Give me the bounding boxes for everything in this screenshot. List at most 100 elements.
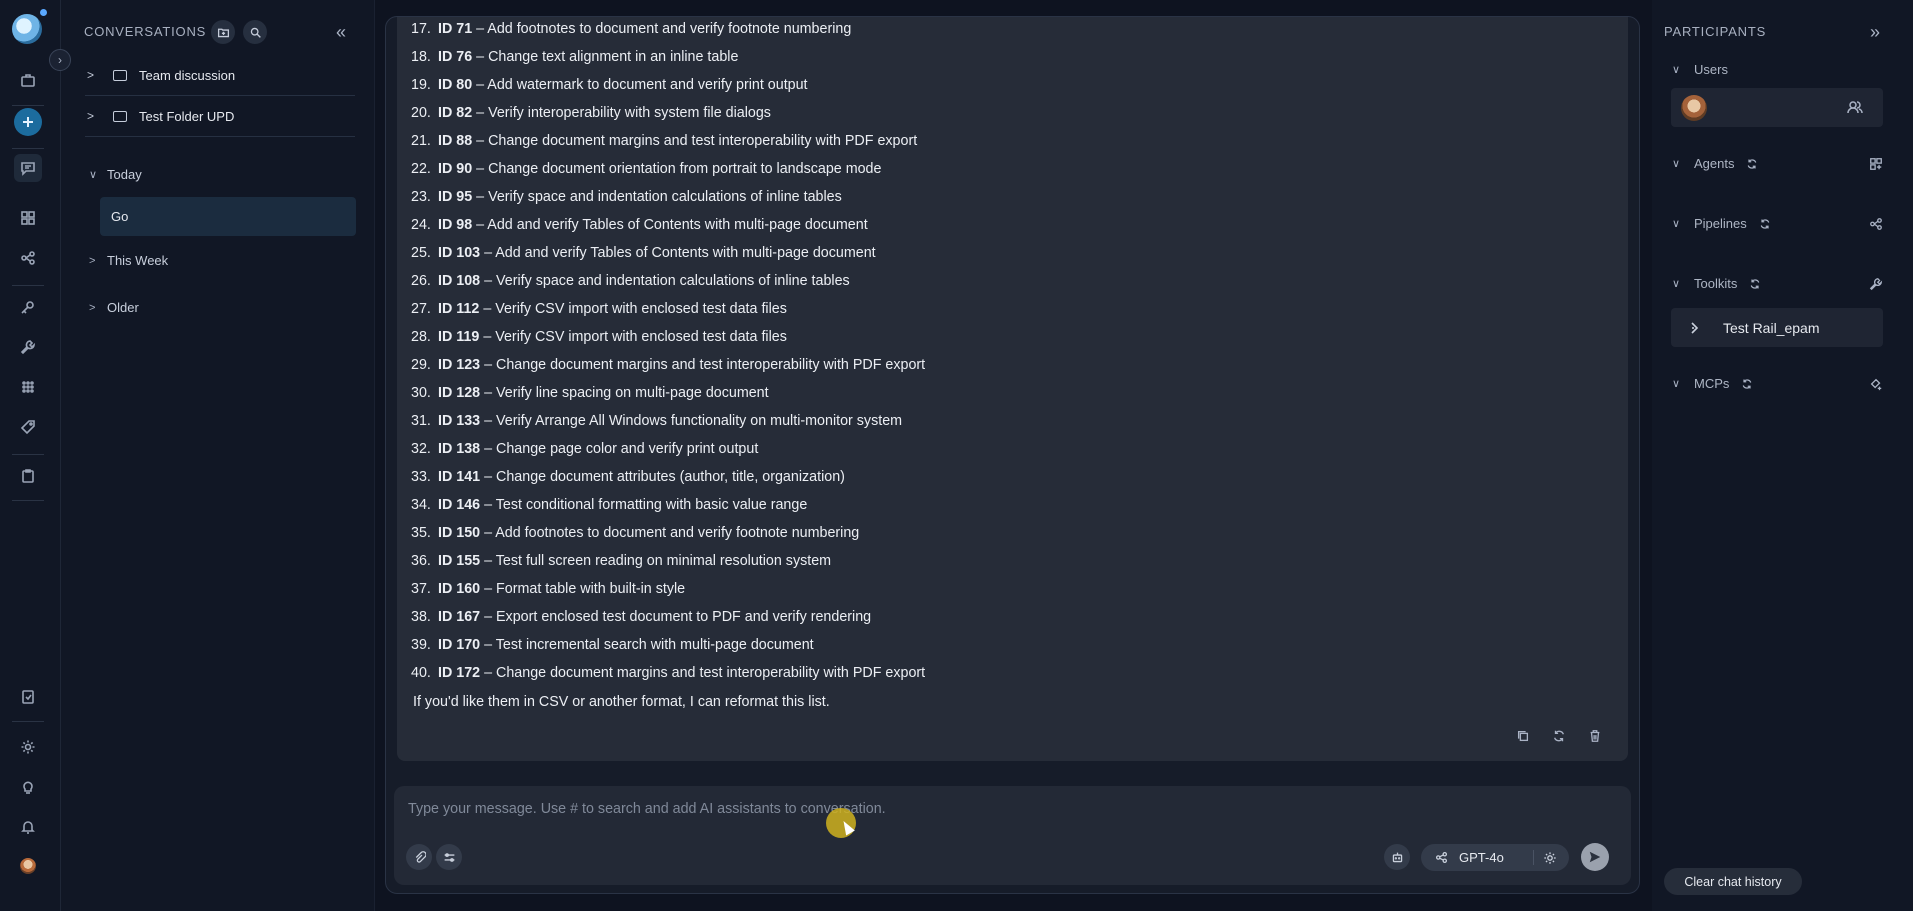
conversations-panel: CONVERSATIONS « > Team discussion > Test… <box>61 0 375 911</box>
test-id: ID 133 <box>438 413 481 429</box>
copy-icon[interactable] <box>1512 725 1534 747</box>
conversation-item-selected[interactable]: Go <box>100 197 356 236</box>
refresh-icon[interactable] <box>1746 158 1758 170</box>
test-description: – Verify CSV import with enclosed test d… <box>479 301 787 317</box>
test-description: – Add watermark to document and verify p… <box>472 77 808 93</box>
plus-icon[interactable] <box>14 108 42 136</box>
section-pipelines[interactable]: ∨ Pipelines <box>1672 216 1771 231</box>
section-label: Users <box>1694 62 1728 77</box>
message-actions <box>1512 725 1606 747</box>
refresh-icon[interactable] <box>1749 278 1761 290</box>
assistant-message: 17. ID 71 – Add footnotes to document and… <box>397 17 1628 761</box>
clear-chat-history-button[interactable]: Clear chat history <box>1664 868 1802 895</box>
list-item: 18. ID 76 – Change text alignment in an i… <box>411 43 925 71</box>
flow-icon[interactable] <box>14 244 42 272</box>
test-description: – Change document orientation from portr… <box>472 161 882 177</box>
test-description: – Change document margins and test inter… <box>480 665 926 681</box>
new-folder-button[interactable] <box>211 20 235 44</box>
add-agent-icon[interactable] <box>1869 157 1883 171</box>
list-number: 36. <box>411 553 431 569</box>
test-description: – Add and verify Tables of Contents with… <box>480 245 876 261</box>
test-id: ID 112 <box>438 301 480 317</box>
add-mcp-icon[interactable] <box>1869 377 1883 391</box>
group-older[interactable]: > Older <box>89 300 139 315</box>
settings-icon[interactable] <box>14 733 42 761</box>
send-button[interactable] <box>1581 843 1609 871</box>
test-id: ID 80 <box>438 77 473 93</box>
list-item: 38. ID 167 – Export enclosed test documen… <box>411 603 925 631</box>
group-this-week[interactable]: > This Week <box>89 253 168 268</box>
test-id: ID 88 <box>438 133 473 149</box>
list-number: 33. <box>411 469 431 485</box>
test-description: – Verify CSV import with enclosed test d… <box>479 329 787 345</box>
wrench-icon[interactable] <box>14 333 42 361</box>
folder-item[interactable]: > Team discussion <box>87 65 235 85</box>
message-composer: Type your message. Use # to search and a… <box>394 786 1631 885</box>
list-number: 28. <box>411 329 431 345</box>
avatar[interactable] <box>20 858 36 874</box>
add-toolkit-icon[interactable] <box>1869 277 1883 291</box>
user-card[interactable] <box>1671 88 1883 127</box>
list-item: 32. ID 138 – Change page color and verify… <box>411 435 925 463</box>
group-today[interactable]: ∨ Today <box>89 167 142 182</box>
test-description: – Add footnotes to document and verify f… <box>480 525 860 541</box>
key-icon[interactable] <box>14 293 42 321</box>
list-number: 22. <box>411 161 431 177</box>
app-logo[interactable] <box>12 14 42 44</box>
list-number: 34. <box>411 497 431 513</box>
briefcase-icon[interactable] <box>14 66 42 94</box>
share-icon <box>1435 851 1449 865</box>
section-agents[interactable]: ∨ Agents <box>1672 156 1758 171</box>
list-number: 24. <box>411 217 431 233</box>
list-number: 20. <box>411 105 431 121</box>
rail-divider <box>12 148 44 149</box>
test-case-list: 17. ID 71 – Add footnotes to document and… <box>411 15 925 687</box>
section-mcps[interactable]: ∨ MCPs <box>1672 376 1753 391</box>
regenerate-icon[interactable] <box>1548 725 1570 747</box>
section-users[interactable]: ∨ Users <box>1672 62 1728 77</box>
model-divider <box>1533 850 1534 865</box>
grid-icon[interactable] <box>14 204 42 232</box>
expand-rail-button[interactable]: › <box>49 49 71 71</box>
test-description: – Change page color and verify print out… <box>480 441 759 457</box>
attach-button[interactable] <box>406 844 432 870</box>
collapse-participants-icon[interactable]: » <box>1870 22 1880 43</box>
chevron-down-icon: ∨ <box>1672 278 1681 290</box>
clipboard-icon[interactable] <box>14 462 42 490</box>
search-button[interactable] <box>243 20 267 44</box>
toolkit-label: Test Rail_epam <box>1723 320 1820 336</box>
tag-icon[interactable] <box>14 413 42 441</box>
chevron-down-icon: ∨ <box>89 169 98 181</box>
chat-icon[interactable] <box>14 154 42 182</box>
settings-sliders-button[interactable] <box>436 844 462 870</box>
group-label: Older <box>107 300 139 315</box>
add-pipeline-icon[interactable] <box>1869 217 1883 231</box>
gear-icon[interactable] <box>1543 851 1557 870</box>
list-number: 30. <box>411 385 431 401</box>
test-description: – Change text alignment in an inline tab… <box>472 49 739 65</box>
users-icon[interactable] <box>1847 100 1863 119</box>
section-toolkits[interactable]: ∨ Toolkits <box>1672 276 1761 291</box>
delete-icon[interactable] <box>1584 725 1606 747</box>
model-selector[interactable]: GPT-4o <box>1421 844 1569 871</box>
apps-icon[interactable] <box>14 373 42 401</box>
test-id: ID 146 <box>438 497 481 513</box>
rail-divider <box>12 500 44 501</box>
refresh-icon[interactable] <box>1759 218 1771 230</box>
test-description: – Add footnotes to document and verify f… <box>472 21 852 37</box>
test-description: – Verify Arrange All Windows functionali… <box>480 413 903 429</box>
test-id: ID 170 <box>438 637 481 653</box>
test-id: ID 172 <box>438 665 481 681</box>
refresh-icon[interactable] <box>1741 378 1753 390</box>
folder-item[interactable]: > Test Folder UPD <box>87 106 234 126</box>
assistant-button[interactable] <box>1384 844 1410 870</box>
note-icon[interactable] <box>14 683 42 711</box>
bell-icon[interactable] <box>14 813 42 841</box>
test-id: ID 103 <box>438 245 481 261</box>
list-number: 37. <box>411 581 431 597</box>
message-input[interactable]: Type your message. Use # to search and a… <box>408 801 886 817</box>
left-rail: › <box>0 0 71 911</box>
toolkit-item[interactable]: Test Rail_epam <box>1671 308 1883 347</box>
bulb-icon[interactable] <box>14 773 42 801</box>
collapse-panel-icon[interactable]: « <box>336 22 346 43</box>
